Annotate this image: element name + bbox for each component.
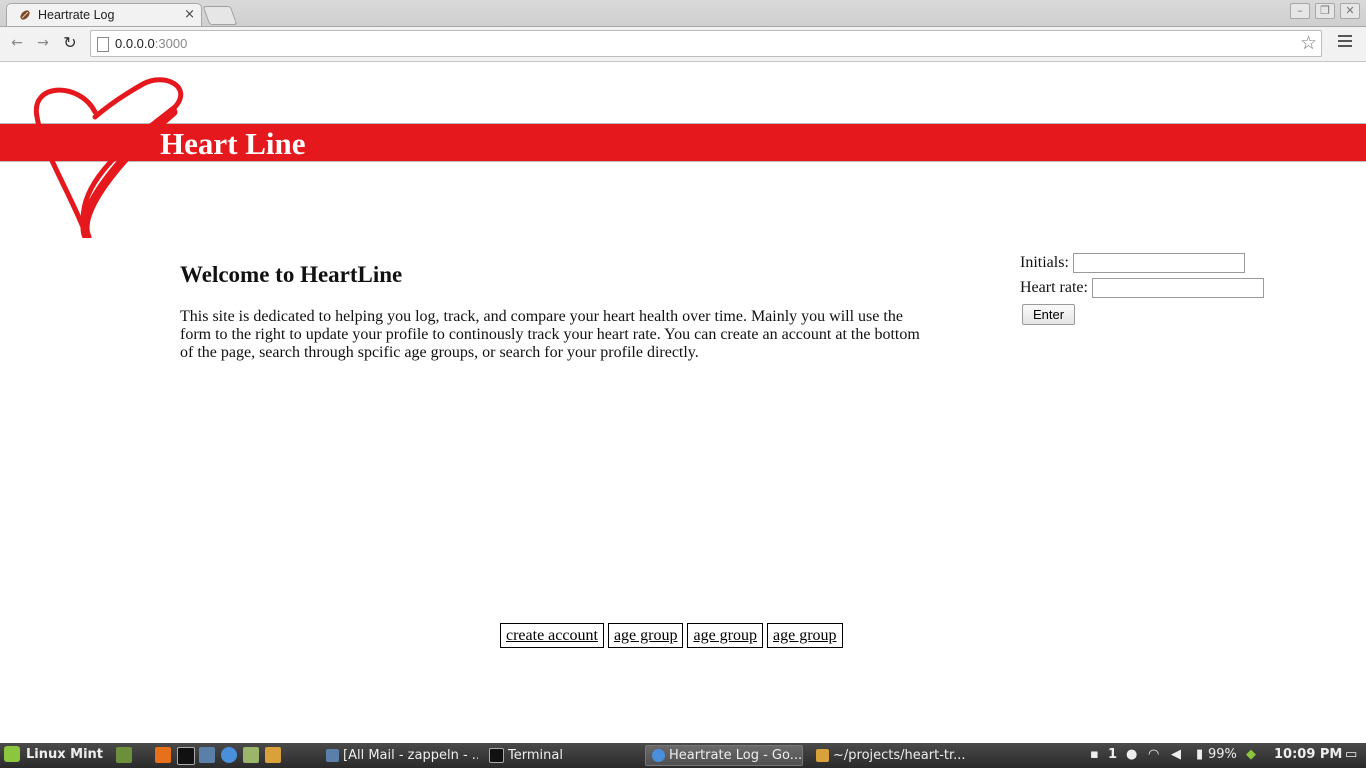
notification-chat-icon[interactable]: ▪ [1090,747,1099,762]
task-terminal[interactable]: Terminal [483,745,639,766]
create-account-link[interactable]: create account [500,623,604,648]
browser-tab[interactable]: Heartrate Log × [6,3,202,26]
tab-close-icon[interactable]: × [184,7,195,22]
mail-launcher-icon[interactable] [199,747,215,763]
chrome-launcher-icon[interactable] [221,747,237,763]
back-arrow-icon[interactable]: ← [8,34,26,52]
os-taskbar: Linux Mint [All Mail - zappeln - ... Ter… [0,743,1366,768]
reload-icon[interactable]: ↻ [61,34,79,52]
new-tab-button[interactable] [202,6,238,25]
chrome-icon [652,749,665,762]
volume-icon[interactable]: ◀ [1171,747,1181,762]
terminal-icon [489,748,504,763]
bottom-links: create account age group age group age g… [500,623,843,648]
age-group-link[interactable]: age group [607,623,684,648]
show-desktop-tray-icon[interactable]: ▭ [1345,747,1357,762]
initials-input[interactable] [1072,253,1245,273]
welcome-heading: Welcome to HeartLine [180,262,403,287]
task-mail[interactable]: [All Mail - zappeln - ... [320,745,478,766]
clock[interactable]: 10:09 PM [1274,747,1342,762]
heart-rate-input[interactable] [1091,278,1264,298]
intro-paragraph: This site is dedicated to helping you lo… [180,308,920,361]
address-bar[interactable]: 0.0.0.0:3000 ☆ [90,30,1322,57]
page-icon [97,37,109,52]
notification-count: 1 [1108,747,1118,762]
window-restore-button[interactable]: ❐ [1315,3,1335,19]
window-minimize-button[interactable]: – [1290,3,1310,19]
battery-percent: 99% [1208,747,1237,762]
sublime-icon [816,749,829,762]
heart-rate-label: Heart rate: [1020,279,1088,296]
show-desktop-icon[interactable] [116,747,132,763]
sublime-launcher-icon[interactable] [265,747,281,763]
update-shield-icon[interactable]: ◆ [1246,747,1256,762]
firefox-icon[interactable] [155,747,171,763]
site-title: Heart Line [160,126,306,161]
heart-rate-form: Initials: Heart rate: Enter [1020,253,1264,325]
task-sublime[interactable]: ~/projects/heart-tr... [810,745,968,766]
mail-icon [326,749,339,762]
start-menu-button[interactable]: Linux Mint [4,746,103,762]
battery-icon[interactable]: ▮ [1196,747,1203,762]
browser-tabstrip: Heartrate Log × – ❐ ✕ [0,0,1366,27]
browser-toolbar: ← → ↻ 0.0.0.0:3000 ☆ [0,27,1366,62]
linux-mint-logo-icon [4,746,20,762]
wifi-icon[interactable]: ◠ [1148,747,1159,762]
url-text[interactable]: 0.0.0.0:3000 [115,36,187,51]
initials-label: Initials: [1020,254,1069,271]
age-group-link[interactable]: age group [767,623,843,648]
user-icon[interactable]: ● [1126,747,1137,762]
page-content: Heart Line Welcome to HeartLine This sit… [0,62,1366,742]
start-menu-label: Linux Mint [26,746,104,762]
task-chrome[interactable]: Heartrate Log - Go... [645,745,803,766]
age-group-link[interactable]: age group [687,623,763,648]
tab-title: Heartrate Log [38,8,115,22]
heart-favicon-icon [20,10,30,20]
terminal-launcher-icon[interactable] [177,747,195,765]
forward-arrow-icon[interactable]: → [34,34,52,52]
enter-button[interactable]: Enter [1022,304,1076,325]
bookmark-star-icon[interactable]: ☆ [1300,32,1317,54]
chrome-menu-icon[interactable] [1338,35,1352,49]
files-launcher-icon[interactable] [243,747,259,763]
window-close-button[interactable]: ✕ [1340,3,1360,19]
